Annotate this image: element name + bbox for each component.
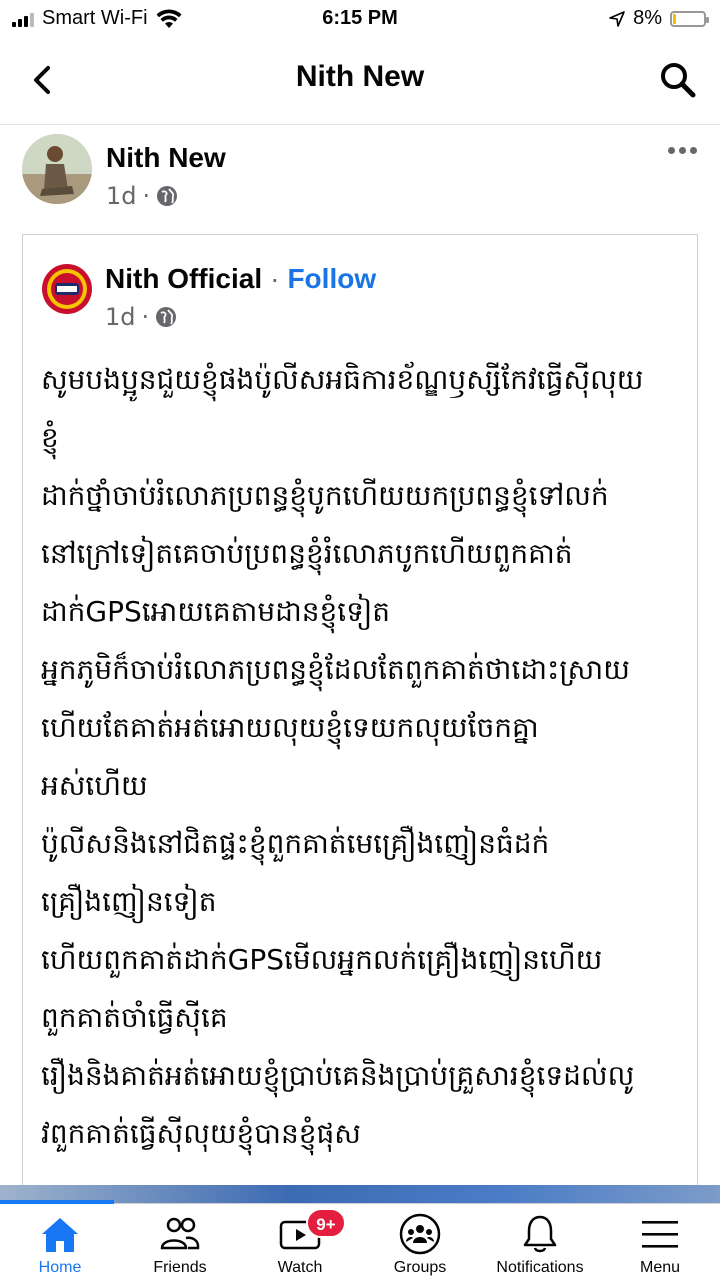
post-text-line: នៅក្រៅទៀតគេចាប់ប្រពន្ធខ្ញុំរំលោភបូកហើយពួ…: [41, 537, 573, 570]
post-text-line: ហើយតែគាត់អត់អោយលុយខ្ញុំទេយកលុយចែកគ្នា: [41, 711, 539, 744]
tab-menu[interactable]: Menu: [600, 1204, 720, 1281]
more-options-button[interactable]: [668, 140, 698, 160]
post-text-line: គ្រឿងញៀនទៀត: [41, 885, 217, 918]
page-logo[interactable]: [41, 263, 93, 315]
home-icon: [42, 1218, 78, 1252]
post-text-line: ហើយពួកគាត់ដាក់GPSមើលអ្នកលក់គ្រឿងញៀនហើយ: [41, 943, 603, 976]
post-text-line: សូមបងប្អូនជួយខ្ញុំផងប៉ូលីសអធិការខ័ណ្ឌឫស្…: [41, 363, 644, 396]
globe-icon: [156, 307, 177, 327]
post-text-line: វពួកគាត់ធ្វើស៊ីលុយខ្ញុំបានខ្ញុំផុស: [41, 1117, 361, 1150]
tab-label: Friends: [153, 1259, 207, 1276]
post-meta: 1d ·: [106, 182, 178, 210]
back-button[interactable]: [26, 60, 62, 100]
tab-watch[interactable]: 9+ Watch: [240, 1204, 360, 1281]
tab-label: Notifications: [496, 1259, 584, 1276]
tab-friends[interactable]: Friends: [120, 1204, 240, 1281]
author-avatar[interactable]: [22, 134, 92, 204]
tab-label: Menu: [639, 1259, 681, 1276]
more-dot: [668, 146, 675, 154]
post-text-line: រឿងនិងគាត់អត់អោយខ្ញុំប្រាប់គេនិងប្រាប់គ្…: [41, 1059, 635, 1092]
shared-post-meta: 1d ·: [105, 303, 177, 331]
shared-author-line: Nith Official · Follow: [105, 263, 377, 295]
tab-notifications[interactable]: Notifications: [480, 1204, 600, 1281]
tab-home[interactable]: Home: [0, 1200, 120, 1281]
page-title: Nith New: [295, 60, 425, 93]
search-icon: [661, 63, 696, 98]
friends-icon: [160, 1217, 200, 1250]
battery-percent: 8%: [633, 7, 662, 29]
active-tab-indicator: [0, 1200, 114, 1204]
bottom-tab-bar: Home Friends 9+ Watch Groups Notificatio…: [0, 1200, 720, 1281]
search-button[interactable]: [658, 60, 698, 100]
status-bar: Smart Wi-Fi 6:15 PM 8%: [0, 0, 720, 40]
post-text-line: អស់ហើយ: [41, 769, 148, 802]
groups-icon: [399, 1213, 441, 1255]
globe-icon: [157, 186, 178, 206]
menu-icon: [642, 1221, 678, 1248]
post-text-line: ដាក់ថ្នាំចាប់រំលោភប្រពន្ធខ្ញុំបូកហើយយកប្…: [41, 479, 609, 512]
post-text-line: ពួកគាត់ចាំធ្វើស៊ីគេ: [41, 1001, 228, 1034]
avatar-photo: [22, 134, 92, 204]
location-arrow-icon: [609, 10, 625, 27]
more-dot: [679, 146, 686, 154]
tab-groups[interactable]: Groups: [360, 1204, 480, 1281]
tab-label: Home: [38, 1259, 82, 1276]
post-text-line: ដាក់GPSអោយគេតាមដានខ្ញុំទៀត: [41, 595, 391, 628]
post-header: Nith New 1d ·: [0, 126, 720, 226]
watch-badge: 9+: [306, 1208, 346, 1238]
nav-bar: Nith New: [0, 40, 720, 125]
post-time: 1d: [106, 182, 137, 210]
post-text-line: ខ្ញុំ: [41, 421, 59, 454]
post-body: សូមបងប្អូនជួយខ្ញុំផងប៉ូលីសអធិការខ័ណ្ឌឫស្…: [41, 351, 691, 1163]
shared-post-time: 1d: [105, 303, 136, 331]
more-dot: [690, 146, 697, 154]
tab-label: Watch: [277, 1259, 323, 1276]
author-name[interactable]: Nith New: [106, 142, 226, 174]
post-text-line: ប៉ូលីសនិងនៅជិតផ្ទះខ្ញុំពួកគាត់មេគ្រឿងញៀន…: [41, 827, 550, 860]
tab-label: Groups: [393, 1259, 447, 1276]
chevron-left-icon: [34, 66, 50, 94]
follow-link[interactable]: Follow: [287, 263, 376, 295]
battery-icon: [670, 10, 709, 27]
page-logo-icon: [42, 264, 92, 314]
post-text-line: អ្នកភូមិក៏ចាប់រំលោភប្រពន្ធខ្ញុំដែលតែពួកគ…: [41, 653, 630, 686]
shared-post-card[interactable]: Nith Official · Follow 1d · សូមបងប្អូនជួ…: [22, 234, 698, 1194]
bell-icon: [523, 1215, 557, 1253]
shared-author-name[interactable]: Nith Official: [105, 263, 262, 295]
